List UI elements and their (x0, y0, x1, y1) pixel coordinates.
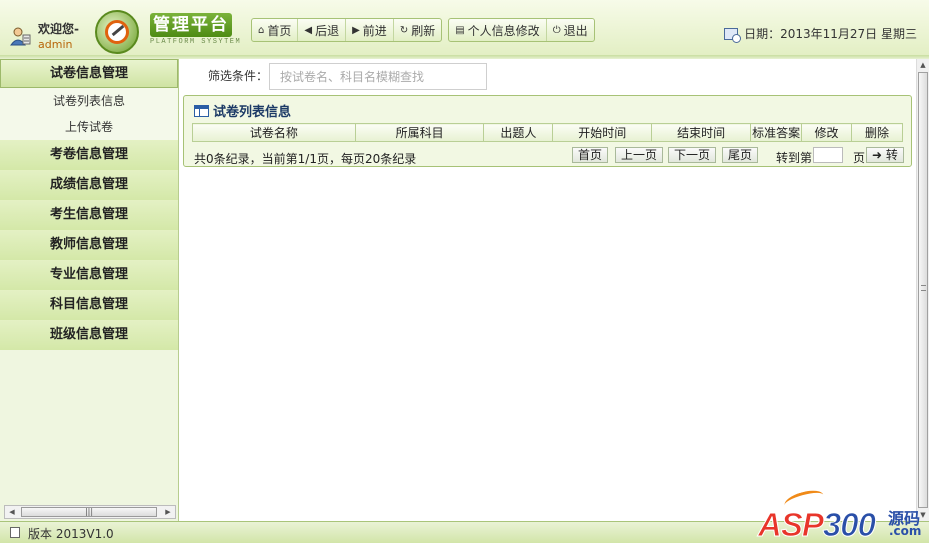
first-page-button[interactable]: 首页 (572, 147, 609, 163)
table-header-row: 试卷名称 所属科目 出题人 开始时间 结束时间 标准答案 修改 删除 (192, 123, 903, 142)
nav-group: ⌂ 首页 ◀ 后退 ▶ 前进 ↻ 刷新 (251, 18, 443, 42)
search-input[interactable]: 按试卷名、科目名模糊查找 (269, 63, 487, 90)
sidebar-horizontal-scrollbar[interactable]: ◀ ||| ▶ (4, 505, 176, 519)
document-icon (10, 527, 20, 538)
page-suffix-label: 页 (853, 151, 866, 165)
home-label: 首页 (267, 23, 292, 38)
welcome-label: 欢迎您- (38, 22, 79, 36)
go-label: 转 (885, 148, 898, 162)
sidebar-item-teachers[interactable]: 教师信息管理 (0, 230, 178, 260)
last-page-button[interactable]: 尾页 (722, 147, 759, 163)
home-icon: ⌂ (258, 24, 265, 36)
panel-title-label: 试卷列表信息 (213, 105, 292, 120)
column-start-time: 开始时间 (552, 123, 653, 142)
refresh-label: 刷新 (411, 23, 436, 38)
logo-title: 管理平台 (150, 13, 232, 37)
refresh-button[interactable]: ↻ 刷新 (394, 19, 441, 41)
arrow-right-icon: ➜ (872, 148, 886, 162)
watermark-text: ASP300 (758, 506, 877, 543)
header: 欢迎您- admin 管理平台 PLATFORM SYSYTEM ⌂ 首页 ◀ 后退… (0, 0, 929, 56)
watermark-logo: ASP300 源码 .com (758, 487, 926, 543)
user-icon (10, 27, 31, 46)
paper-list-panel: 试卷列表信息 试卷名称 所属科目 出题人 开始时间 结束时间 标准答案 修改 删… (183, 95, 912, 167)
logo-subtitle: PLATFORM SYSYTEM (150, 38, 242, 46)
sidebar-item-exam[interactable]: 考卷信息管理 (0, 140, 178, 170)
sidebar: 试卷信息管理 试卷列表信息 上传试卷 考卷信息管理 成绩信息管理 考生信息管理 … (0, 59, 179, 521)
watermark-com: .com (889, 524, 922, 538)
logout-button[interactable]: ⏻ 退出 (547, 19, 594, 41)
sidebar-subitem-upload-paper[interactable]: 上传试卷 (0, 114, 178, 140)
filter-label: 筛选条件： (208, 69, 269, 83)
sidebar-item-majors[interactable]: 专业信息管理 (0, 260, 178, 290)
home-button[interactable]: ⌂ 首页 (252, 19, 299, 41)
profile-label: 个人信息修改 (467, 23, 540, 38)
vertical-scrollbar-thumb[interactable] (918, 72, 928, 508)
sidebar-item-scores[interactable]: 成绩信息管理 (0, 170, 178, 200)
forward-icon: ▶ (352, 24, 360, 36)
watermark-num: 300 (822, 506, 876, 543)
column-subject: 所属科目 (354, 123, 485, 142)
column-delete: 删除 (851, 123, 903, 142)
table-icon (194, 104, 209, 117)
watermark-asp: ASP (758, 506, 825, 543)
refresh-icon: ↻ (399, 24, 409, 36)
back-icon: ◀ (304, 24, 313, 36)
list-icon: ▤ (455, 24, 465, 36)
sidebar-item-subjects[interactable]: 科目信息管理 (0, 290, 178, 320)
go-button[interactable]: ➜ 转 (866, 147, 904, 163)
next-page-button[interactable]: 下一页 (668, 147, 717, 163)
main-content: 筛选条件： 按试卷名、科目名模糊查找 试卷列表信息 试卷名称 所属科目 出题人 … (180, 59, 916, 521)
paper-table: 试卷名称 所属科目 出题人 开始时间 结束时间 标准答案 修改 删除 (192, 123, 903, 142)
welcome-area: 欢迎您- admin (4, 16, 94, 54)
scroll-left-icon[interactable]: ◀ (5, 506, 19, 518)
power-icon: ⏻ (552, 24, 561, 36)
username-label: admin (38, 38, 73, 51)
scroll-right-icon[interactable]: ▶ (161, 506, 175, 518)
column-author: 出题人 (483, 123, 554, 142)
column-end-time: 结束时间 (651, 123, 752, 142)
logo-icon (95, 10, 139, 54)
sidebar-item-exam-paper[interactable]: 试卷信息管理 (0, 59, 178, 88)
pagination-summary: 共0条纪录，当前第1/1页，每页20条纪录 (194, 152, 417, 166)
sidebar-subitem-paper-list[interactable]: 试卷列表信息 (0, 88, 178, 114)
app-window: 欢迎您- admin 管理平台 PLATFORM SYSYTEM ⌂ 首页 ◀ 后退… (0, 0, 929, 543)
profile-button[interactable]: ▤ 个人信息修改 (449, 19, 547, 41)
sidebar-item-classes[interactable]: 班级信息管理 (0, 320, 178, 350)
scroll-up-icon[interactable]: ▲ (917, 59, 929, 71)
sidebar-item-students[interactable]: 考生信息管理 (0, 200, 178, 230)
panel-title: 试卷列表信息 (194, 101, 291, 120)
goto-label: 转到第 (776, 151, 813, 165)
prev-page-button[interactable]: 上一页 (615, 147, 664, 163)
logout-label: 退出 (563, 23, 588, 38)
date-label: 日期：2013年11月27日 星期三 (744, 27, 917, 41)
toolbar: ⌂ 首页 ◀ 后退 ▶ 前进 ↻ 刷新 ▤ 个人信息修改 ⏻ 退出 (251, 18, 601, 42)
column-paper-name: 试卷名称 (192, 123, 356, 142)
column-answer: 标准答案 (750, 123, 803, 142)
forward-button[interactable]: ▶ 前进 (346, 19, 394, 41)
main-vertical-scrollbar[interactable]: ▲ ▼ (916, 59, 929, 521)
forward-label: 前进 (362, 23, 387, 38)
column-edit: 修改 (801, 123, 852, 142)
version-label: 版本 2013V1.0 (28, 527, 114, 541)
scrollbar-thumb[interactable]: ||| (21, 507, 157, 517)
back-label: 后退 (315, 23, 340, 38)
account-group: ▤ 个人信息修改 ⏻ 退出 (448, 18, 595, 42)
page-number-input[interactable] (813, 147, 843, 163)
date-display: 日期：2013年11月27日 星期三 (724, 25, 917, 43)
back-button[interactable]: ◀ 后退 (298, 19, 347, 41)
calendar-clock-icon (724, 27, 742, 43)
